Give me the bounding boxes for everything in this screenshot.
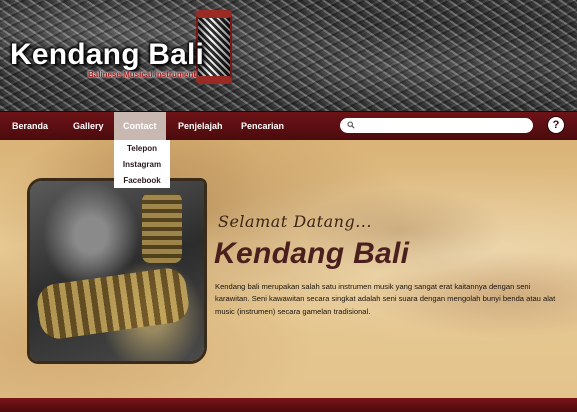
search-input[interactable] bbox=[340, 118, 533, 133]
help-icon[interactable]: ? bbox=[548, 117, 564, 133]
nav-item-beranda[interactable]: Beranda bbox=[12, 112, 48, 140]
contact-dropdown-menu: Telepon Instagram Facebook bbox=[114, 140, 170, 188]
site-logo-subtitle: Balinese Musical Instrument bbox=[88, 70, 197, 79]
nav-item-contact[interactable]: Contact bbox=[114, 112, 166, 140]
welcome-heading: Selamat Datang... bbox=[218, 212, 372, 231]
nav-item-pencarian[interactable]: Pencarian bbox=[241, 112, 284, 140]
dropdown-item-instagram[interactable]: Instagram bbox=[114, 160, 170, 169]
nav-item-penjelajah[interactable]: Penjelajah bbox=[178, 112, 223, 140]
intro-paragraph: Kendang bali merupakan salah satu instru… bbox=[215, 282, 556, 316]
site-header: Kendang Bali Balinese Musical Instrument bbox=[0, 0, 577, 111]
search-icon bbox=[347, 121, 355, 129]
footer-bar bbox=[0, 398, 577, 412]
page-title: Kendang Bali bbox=[214, 237, 410, 270]
kendang-player-photo bbox=[30, 181, 204, 361]
site-logo-title[interactable]: Kendang Bali bbox=[10, 38, 204, 72]
nav-item-gallery[interactable]: Gallery bbox=[73, 112, 104, 140]
dropdown-item-facebook[interactable]: Facebook bbox=[114, 176, 170, 185]
dropdown-item-telepon[interactable]: Telepon bbox=[114, 144, 170, 153]
